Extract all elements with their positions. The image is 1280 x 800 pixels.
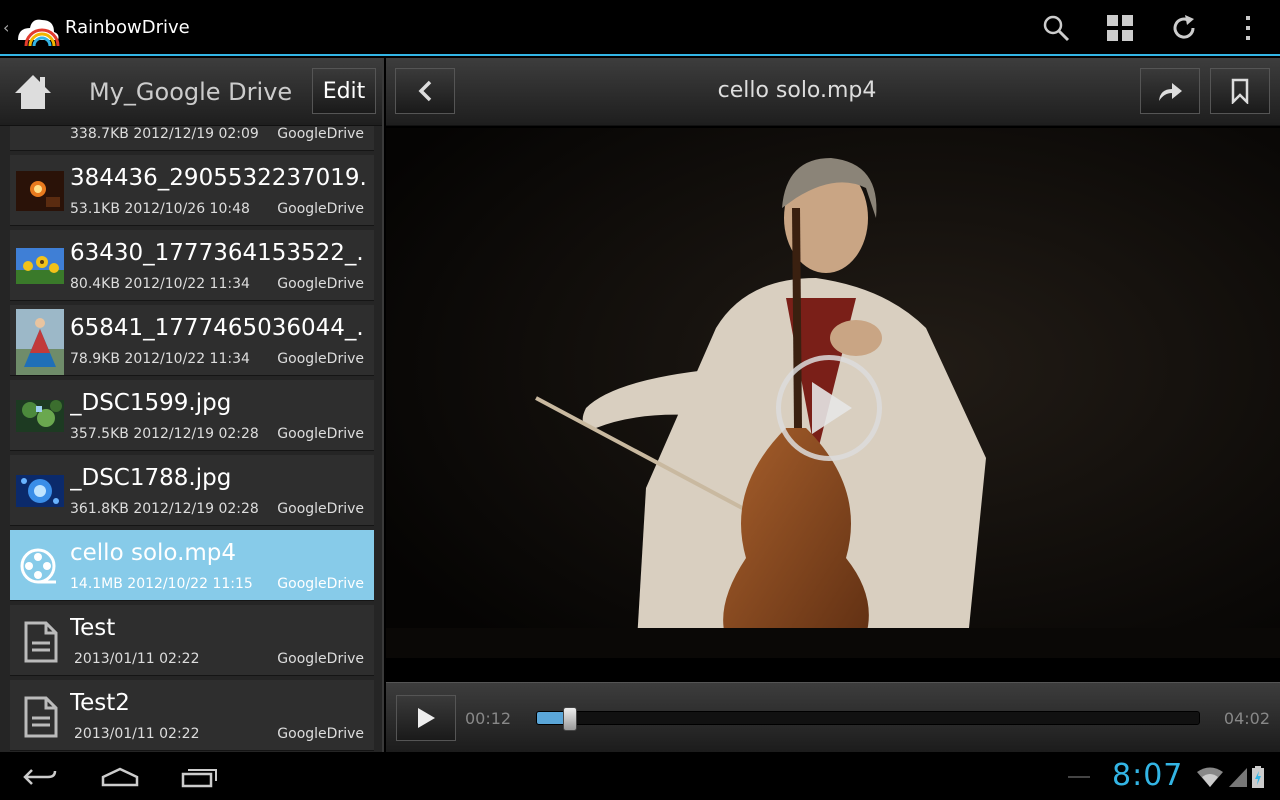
photo-thumbnail xyxy=(16,171,64,211)
file-meta: 53.1KB 2012/10/26 10:48 xyxy=(70,201,250,217)
file-meta: 80.4KB 2012/10/22 11:34 xyxy=(70,276,250,292)
file-meta: 357.5KB 2012/12/19 02:28 xyxy=(70,426,259,442)
up-caret-icon[interactable]: ‹ xyxy=(3,18,9,37)
home-button[interactable] xyxy=(6,66,60,118)
search-icon xyxy=(1043,15,1070,42)
file-source: GoogleDrive xyxy=(277,126,364,142)
share-button[interactable] xyxy=(1140,68,1200,114)
list-item[interactable]: 63430_1777364153522_. 80.4KB 2012/10/22 … xyxy=(10,230,374,301)
list-item[interactable]: 384436_2905532237019. 53.1KB 2012/10/26 … xyxy=(10,155,374,226)
search-button[interactable] xyxy=(1032,8,1080,48)
file-source: GoogleDrive xyxy=(277,276,364,292)
list-item[interactable]: _DSC1599.jpg 357.5KB 2012/12/19 02:28 Go… xyxy=(10,380,374,451)
back-arrow-icon xyxy=(23,769,57,785)
playback-controls: 00:12 04:02 xyxy=(386,682,1280,752)
play-button[interactable] xyxy=(396,695,456,741)
nav-recents-button[interactable] xyxy=(175,762,225,792)
share-arrow-icon xyxy=(1159,83,1182,101)
status-clock: 8:07 xyxy=(1112,758,1184,793)
file-name: _DSC1599.jpg xyxy=(70,390,232,416)
folder-title: My_Google Drive xyxy=(89,78,293,106)
file-list-header: My_Google Drive Edit xyxy=(0,58,382,126)
file-name: 65841_1777465036044_. xyxy=(70,315,364,341)
document-icon xyxy=(24,696,58,738)
file-meta: 2013/01/11 02:22 xyxy=(74,726,200,742)
grid-view-button[interactable] xyxy=(1096,8,1144,48)
list-item[interactable]: _DSC1788.jpg 361.8KB 2012/12/19 02:28 Go… xyxy=(10,455,374,526)
photo-thumbnail xyxy=(16,400,64,432)
file-name: _DSC1788.jpg xyxy=(70,465,232,491)
seek-bar-handle[interactable] xyxy=(563,707,577,731)
list-item[interactable]: Test2 2013/01/11 02:22 GoogleDrive xyxy=(10,680,374,751)
refresh-button[interactable] xyxy=(1160,8,1208,48)
file-meta: 338.7KB 2012/12/19 02:09 xyxy=(70,126,259,142)
list-item[interactable]: Test 2013/01/11 02:22 GoogleDrive xyxy=(10,605,374,676)
bookmark-button[interactable] xyxy=(1210,68,1270,114)
file-source: GoogleDrive xyxy=(277,351,364,367)
overflow-menu-button[interactable] xyxy=(1224,8,1272,48)
photo-thumbnail xyxy=(16,248,64,284)
current-time: 00:12 xyxy=(465,709,512,728)
video-title: cello solo.mp4 xyxy=(717,78,877,103)
app-title: RainbowDrive xyxy=(65,17,190,38)
document-icon xyxy=(24,621,58,663)
home-icon xyxy=(15,75,51,109)
photo-thumbnail xyxy=(16,475,64,507)
video-play-overlay-button[interactable] xyxy=(776,355,882,461)
play-icon xyxy=(418,708,435,728)
file-list[interactable]: 338.7KB 2012/12/19 02:09 GoogleDrive 384… xyxy=(10,126,374,752)
status-icons xyxy=(1196,764,1264,790)
file-name: 63430_1777364153522_. xyxy=(70,240,364,266)
edit-button[interactable]: Edit xyxy=(312,68,376,114)
battery-charging-icon xyxy=(1252,766,1264,788)
overflow-menu-icon xyxy=(1246,16,1250,40)
recent-apps-icon xyxy=(181,769,217,788)
viewer-header: cello solo.mp4 xyxy=(386,58,1280,126)
system-navigation-bar: 8:07 xyxy=(0,752,1280,800)
action-bar: ‹ RainbowDrive xyxy=(0,0,1280,56)
list-item[interactable]: 338.7KB 2012/12/19 02:09 GoogleDrive xyxy=(10,126,374,151)
file-source: GoogleDrive xyxy=(277,576,364,592)
file-name: cello solo.mp4 xyxy=(70,540,237,566)
seek-bar[interactable] xyxy=(536,707,1200,731)
file-name: Test2 xyxy=(70,690,130,716)
list-item[interactable]: 65841_1777465036044_. 78.9KB 2012/10/22 … xyxy=(10,305,374,376)
video-file-icon xyxy=(20,548,56,584)
file-source: GoogleDrive xyxy=(277,651,364,667)
notification-indicator xyxy=(1068,776,1090,778)
file-list-panel: My_Google Drive Edit 338.7KB 2012/12/19 … xyxy=(0,58,384,752)
nav-home-button[interactable] xyxy=(95,762,145,792)
list-item-selected[interactable]: cello solo.mp4 14.1MB 2012/10/22 11:15 G… xyxy=(10,530,374,601)
play-icon xyxy=(812,382,852,434)
home-outline-icon xyxy=(101,767,139,787)
file-meta: 361.8KB 2012/12/19 02:28 xyxy=(70,501,259,517)
photo-thumbnail xyxy=(16,309,64,375)
file-meta: 14.1MB 2012/10/22 11:15 xyxy=(70,576,253,592)
file-meta: 78.9KB 2012/10/22 11:34 xyxy=(70,351,250,367)
file-name: Test xyxy=(70,615,116,641)
file-source: GoogleDrive xyxy=(277,201,364,217)
video-frame[interactable] xyxy=(386,128,1280,658)
file-source: GoogleDrive xyxy=(277,501,364,517)
refresh-icon xyxy=(1173,15,1195,39)
bookmark-icon xyxy=(1231,78,1249,104)
file-source: GoogleDrive xyxy=(277,426,364,442)
video-viewer-panel: cello solo.mp4 00:12 04:02 xyxy=(386,58,1280,752)
file-meta: 2013/01/11 02:22 xyxy=(74,651,200,667)
wifi-icon xyxy=(1197,767,1223,787)
nav-back-button[interactable] xyxy=(15,762,65,792)
file-name: 384436_2905532237019. xyxy=(70,165,367,191)
file-source: GoogleDrive xyxy=(277,726,364,742)
total-time: 04:02 xyxy=(1223,709,1270,728)
signal-icon xyxy=(1229,768,1247,787)
grid-view-icon xyxy=(1107,15,1133,41)
app-logo[interactable] xyxy=(12,8,60,48)
